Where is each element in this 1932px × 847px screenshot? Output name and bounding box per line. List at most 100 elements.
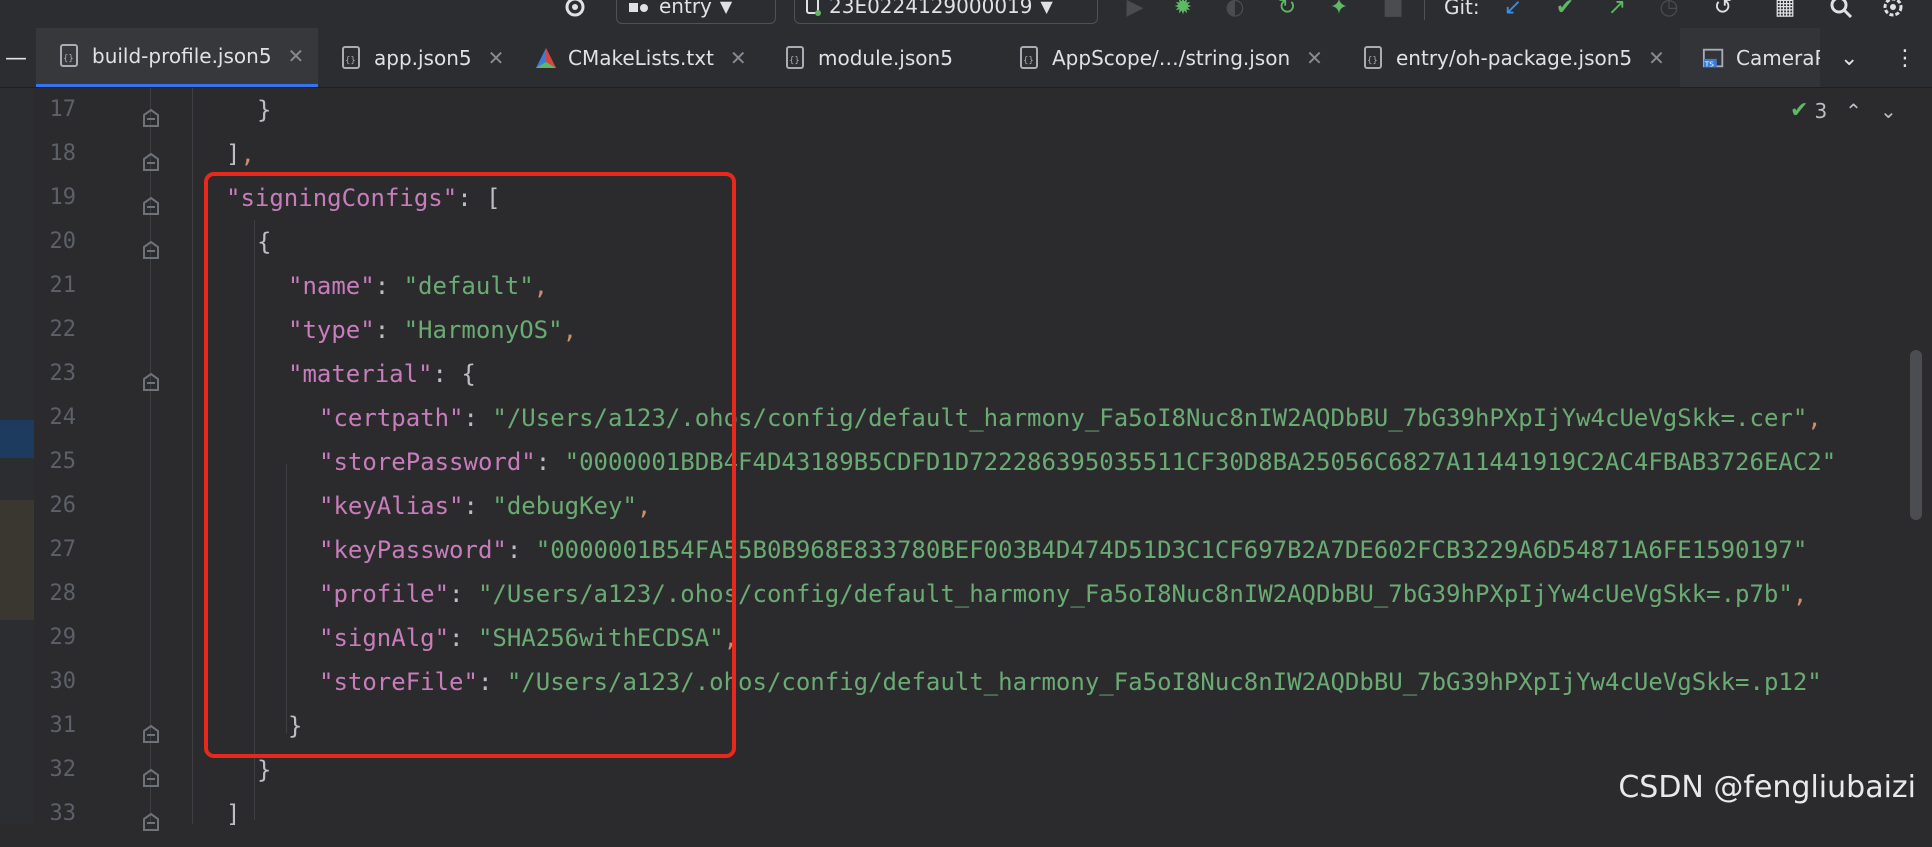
line-number[interactable]: 27	[34, 528, 77, 572]
git-label-wrap: Git:	[1444, 0, 1480, 24]
line-number[interactable]: 19	[34, 176, 77, 220]
fold-marker-icon[interactable]	[140, 803, 162, 831]
line-number[interactable]: 22	[34, 308, 77, 352]
json-punctuation: }	[257, 756, 272, 784]
inspection-count: 3	[1814, 98, 1828, 123]
close-icon[interactable]: ✕	[730, 46, 747, 70]
svg-text:{}: {}	[63, 54, 74, 64]
close-icon[interactable]: ✕	[488, 46, 505, 70]
line-number[interactable]: 17	[34, 88, 77, 132]
apply-changes-icon[interactable]: ↻	[1274, 0, 1300, 24]
close-icon[interactable]: ✕	[1648, 46, 1665, 70]
tab-oh-package[interactable]: {} entry/oh-package.json5 ✕	[1340, 28, 1680, 87]
json-file-icon: {}	[340, 44, 364, 72]
editor-tab-bar: — {} build-profile.json5 ✕ {} app.json5 …	[0, 28, 1932, 88]
more-options-icon[interactable]: ⋮	[1894, 28, 1916, 87]
line-number[interactable]: 23	[34, 352, 77, 396]
tab-app-json5[interactable]: {} app.json5 ✕	[318, 28, 508, 87]
tab-label: AppScope/…/string.json	[1052, 45, 1291, 70]
line-number[interactable]: 33	[34, 792, 77, 836]
json-string: "0000001BDB4F4D43189B5CDFD1D722286395035…	[564, 448, 1837, 476]
fold-marker-icon[interactable]	[140, 187, 162, 215]
code-text: ]	[226, 792, 240, 836]
ts-file-icon: TS	[1702, 44, 1726, 72]
apply-code-changes-icon[interactable]: ✦	[1326, 0, 1352, 24]
signing-configs-highlight	[204, 172, 736, 758]
fold-marker-icon[interactable]	[140, 231, 162, 259]
fold-marker-icon[interactable]	[140, 363, 162, 391]
run-config-selector[interactable]: entry ▼	[616, 0, 776, 24]
json-punctuation: ,	[1807, 404, 1822, 432]
json-file-icon: {}	[1362, 44, 1386, 72]
tab-module-json5[interactable]: {} module.json5	[762, 28, 992, 87]
tab-label: app.json5	[374, 45, 472, 70]
vertical-scrollbar[interactable]	[1910, 350, 1922, 520]
inspection-status[interactable]: ✔ 3	[1790, 98, 1827, 123]
close-icon[interactable]: ✕	[288, 44, 305, 68]
main-toolbar: entry ▼ 23E0224129000019 ▼ ▶ ✹ ◐ ↻ ✦ ■ G…	[0, 0, 1932, 28]
git-rollback-icon[interactable]: ↺	[1710, 0, 1736, 24]
tab-build-profile[interactable]: {} build-profile.json5 ✕	[36, 28, 318, 87]
debug-icon[interactable]: ✹	[1170, 0, 1196, 24]
fold-marker-icon[interactable]	[140, 715, 162, 743]
git-label: Git:	[1444, 0, 1480, 19]
collapse-icon[interactable]: —	[0, 28, 32, 87]
chevron-down-icon: ▼	[719, 0, 733, 16]
git-history-icon[interactable]: ◷	[1656, 0, 1682, 24]
fold-marker-icon[interactable]	[140, 143, 162, 171]
device-label: 23E0224129000019	[829, 0, 1033, 18]
fold-marker-icon[interactable]	[140, 759, 162, 787]
tab-cmakelists[interactable]: CMakeLists.txt ✕	[512, 28, 762, 87]
device-selector[interactable]: 23E0224129000019 ▼	[794, 0, 1098, 24]
json-file-icon: {}	[1018, 44, 1042, 72]
json-punctuation: }	[257, 96, 272, 124]
tab-camera-ts[interactable]: TS CameraP	[1680, 28, 1820, 87]
svg-text:{}: {}	[345, 56, 356, 66]
attach-debugger-icon[interactable]: ◐	[1222, 0, 1248, 24]
module-icon	[627, 0, 651, 20]
svg-text:{}: {}	[789, 56, 800, 66]
phone-icon	[805, 0, 821, 21]
line-number[interactable]: 29	[34, 616, 77, 660]
line-number[interactable]: 30	[34, 660, 77, 704]
line-number[interactable]: 25	[34, 440, 77, 484]
tab-label: entry/oh-package.json5	[1396, 45, 1633, 70]
settings-gear-icon[interactable]	[562, 0, 588, 24]
run-config-label: entry	[659, 0, 712, 18]
previous-highlight-icon[interactable]: ⌃	[1845, 99, 1862, 123]
stop-icon[interactable]: ■	[1380, 0, 1406, 24]
git-update-icon[interactable]: ↙	[1500, 0, 1526, 24]
search-icon[interactable]	[1828, 0, 1854, 24]
device-manager-icon[interactable]: ▦	[1772, 0, 1798, 24]
fold-marker-icon[interactable]	[140, 99, 162, 127]
settings-icon[interactable]	[1880, 0, 1906, 24]
close-icon[interactable]: ✕	[1306, 46, 1323, 70]
tab-string-json[interactable]: {} AppScope/…/string.json ✕	[996, 28, 1336, 87]
tab-list-chevron-icon[interactable]: ⌄	[1840, 28, 1858, 87]
next-highlight-icon[interactable]: ⌄	[1880, 99, 1897, 123]
line-number[interactable]: 32	[34, 748, 77, 792]
line-number[interactable]: 28	[34, 572, 77, 616]
json-file-icon: {}	[784, 44, 808, 72]
toolbar-divider	[1424, 0, 1425, 20]
line-number[interactable]: 26	[34, 484, 77, 528]
line-number[interactable]: 20	[34, 220, 77, 264]
watermark: CSDN @fengliubaizi	[1618, 770, 1916, 805]
run-icon[interactable]: ▶	[1122, 0, 1148, 24]
line-number[interactable]: 18	[34, 132, 77, 176]
code-text: ],	[226, 132, 255, 176]
svg-text:{}: {}	[1023, 56, 1034, 66]
git-commit-icon[interactable]: ✔	[1552, 0, 1578, 24]
tab-label: module.json5	[818, 45, 953, 70]
svg-text:TS: TS	[1704, 59, 1715, 68]
code-line[interactable]: 17}	[0, 88, 1932, 132]
json-file-icon: {}	[58, 42, 82, 70]
line-number[interactable]: 21	[34, 264, 77, 308]
inspection-widget[interactable]: ✔ 3 ⌃ ⌄	[1790, 98, 1897, 123]
code-line[interactable]: 18],	[0, 132, 1932, 176]
line-number[interactable]: 24	[34, 396, 77, 440]
double-check-icon: ✔	[1790, 98, 1809, 123]
git-push-icon[interactable]: ↗	[1604, 0, 1630, 24]
code-text: }	[257, 88, 271, 132]
line-number[interactable]: 31	[34, 704, 77, 748]
